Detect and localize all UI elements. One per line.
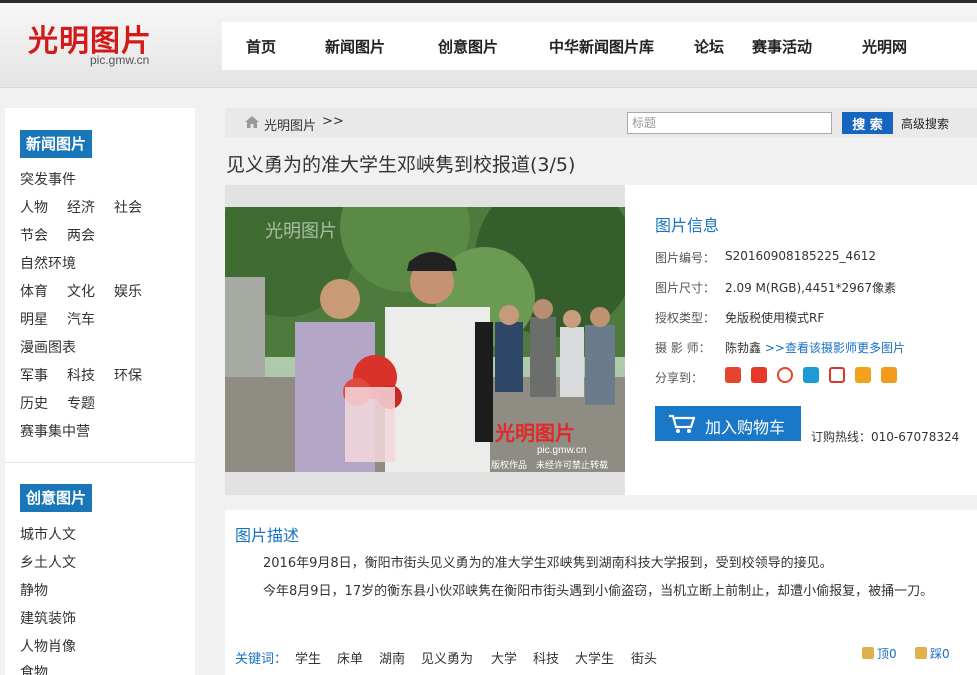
photographer-more-link[interactable]: >>查看该摄影师更多图片 bbox=[765, 341, 905, 355]
google-share-icon[interactable] bbox=[725, 367, 741, 383]
sidebar-item-cars[interactable]: 汽车 bbox=[67, 309, 95, 329]
keyword-tag[interactable]: 床单 bbox=[337, 648, 363, 667]
cart-icon bbox=[669, 414, 695, 433]
logo-url-text: pic.gmw.cn bbox=[90, 53, 150, 67]
sidebar-item-emergency[interactable]: 突发事件 bbox=[20, 169, 76, 189]
search-button[interactable]: 搜 索 bbox=[842, 112, 893, 134]
douban-share-icon[interactable] bbox=[881, 367, 897, 383]
thumbs-up-icon bbox=[862, 647, 874, 659]
nav-events[interactable]: 赛事活动 bbox=[752, 36, 812, 57]
photographer-label: 摄 影 师： bbox=[655, 341, 711, 355]
sidebar-item-festival[interactable]: 节会 bbox=[20, 225, 48, 245]
sidebar-item-architecture[interactable]: 建筑装饰 bbox=[20, 608, 76, 628]
license-type-label: 授权类型： bbox=[655, 311, 716, 325]
sidebar-item-rural[interactable]: 乡土人文 bbox=[20, 552, 76, 572]
sidebar-divider bbox=[5, 462, 195, 463]
news-photo[interactable]: 光明图片 光明图片 pic.gmw.cn 版权作品 未经许可禁止转载 bbox=[225, 207, 625, 472]
image-info-title: 图片信息 bbox=[655, 216, 720, 235]
fetion-share-icon[interactable] bbox=[751, 367, 767, 383]
image-id-label: 图片编号： bbox=[655, 251, 716, 265]
sidebar-item-still-life[interactable]: 静物 bbox=[20, 580, 48, 600]
image-id-value: S20160908185225_4612 bbox=[725, 249, 877, 263]
image-size-value: 2.09 M(RGB),4451*2967像素 bbox=[725, 281, 897, 295]
sidebar-item-economy[interactable]: 经济 bbox=[67, 197, 95, 217]
keyword-tag[interactable]: 见义勇为 bbox=[421, 648, 473, 667]
keyword-tag[interactable]: 街头 bbox=[631, 648, 657, 667]
kaixin-share-icon[interactable] bbox=[855, 367, 871, 383]
sidebar-item-technology[interactable]: 科技 bbox=[67, 365, 95, 385]
keyword-tag[interactable]: 大学 bbox=[491, 648, 517, 667]
site-header: 光明图片 pic.gmw.cn 首页 新闻图片 创意图片 中华新闻图片库 论坛 … bbox=[0, 0, 977, 88]
nav-forum[interactable]: 论坛 bbox=[694, 36, 724, 57]
downvote-label: 踩0 bbox=[930, 647, 950, 661]
add-to-cart-label: 加入购物车 bbox=[705, 418, 786, 437]
sidebar-item-food[interactable]: 食物 bbox=[20, 662, 48, 675]
description-paragraph-2: 今年8月9日，17岁的衡东县小伙邓峡隽在衡阳市街头遇到小偷盗窃，当机立断上前制止… bbox=[263, 584, 934, 599]
sidebar-item-history[interactable]: 历史 bbox=[20, 393, 48, 413]
sidebar-item-stars[interactable]: 明星 bbox=[20, 309, 48, 329]
sidebar-item-society[interactable]: 社会 bbox=[114, 197, 142, 217]
photo-copyright: 版权作品 未经许可禁止转载 bbox=[491, 459, 608, 471]
main-nav: 首页 新闻图片 创意图片 中华新闻图片库 论坛 赛事活动 光明网 bbox=[222, 22, 977, 70]
sidebar-item-military[interactable]: 军事 bbox=[20, 365, 48, 385]
description-paragraph-1: 2016年9月8日，衡阳市街头见义勇为的准大学生邓峡隽到湖南科技大学报到，受到校… bbox=[263, 556, 833, 571]
sidebar: 新闻图片 突发事件 人物 经济 社会 节会 两会 自然环境 体育 文化 娱乐 明… bbox=[5, 108, 195, 675]
advanced-search-link[interactable]: 高级搜索 bbox=[901, 115, 949, 132]
weibo-share-icon[interactable] bbox=[777, 367, 793, 383]
nav-gmw[interactable]: 光明网 bbox=[862, 36, 907, 57]
order-hotline: 订购热线：010-67078324 bbox=[811, 430, 960, 444]
sidebar-item-entertainment[interactable]: 娱乐 bbox=[114, 281, 142, 301]
downvote-button[interactable]: 踩0 bbox=[915, 645, 950, 662]
keyword-tag[interactable]: 湖南 bbox=[379, 648, 405, 667]
add-to-cart-button[interactable]: 加入购物车 bbox=[655, 406, 801, 441]
share-label: 分享到： bbox=[655, 371, 704, 385]
sidebar-item-nature[interactable]: 自然环境 bbox=[20, 253, 76, 273]
breadcrumb-home-link[interactable]: 光明图片 bbox=[264, 115, 316, 134]
license-type-value: 免版税使用模式RF bbox=[725, 311, 825, 325]
breadcrumb-separator: >> bbox=[322, 114, 344, 129]
sidebar-item-people[interactable]: 人物 bbox=[20, 197, 48, 217]
sidebar-news-title[interactable]: 新闻图片 bbox=[20, 130, 93, 158]
photo-watermark-url: pic.gmw.cn bbox=[537, 445, 586, 456]
sidebar-item-events-camp[interactable]: 赛事集中营 bbox=[20, 421, 90, 441]
keywords-label: 关键词： bbox=[235, 652, 288, 667]
sidebar-item-topics[interactable]: 专题 bbox=[67, 393, 95, 413]
upvote-button[interactable]: 顶0 bbox=[862, 645, 897, 662]
sidebar-item-two-sessions[interactable]: 两会 bbox=[67, 225, 95, 245]
sidebar-item-city[interactable]: 城市人文 bbox=[20, 524, 76, 544]
header-top-line bbox=[0, 0, 977, 3]
sidebar-item-comics[interactable]: 漫画图表 bbox=[20, 337, 76, 357]
search-input[interactable] bbox=[627, 112, 832, 134]
renren-share-icon[interactable] bbox=[829, 367, 845, 383]
home-icon[interactable] bbox=[245, 116, 259, 128]
keyword-tag[interactable]: 科技 bbox=[533, 648, 559, 667]
sidebar-item-environment[interactable]: 环保 bbox=[114, 365, 142, 385]
nav-news-photos[interactable]: 新闻图片 bbox=[325, 36, 385, 57]
photographer-name[interactable]: 陈勃鑫 bbox=[725, 341, 761, 355]
photo-watermark-logo: 光明图片 bbox=[494, 421, 575, 445]
site-logo[interactable]: 光明图片 pic.gmw.cn bbox=[28, 16, 168, 72]
nav-china-news-library[interactable]: 中华新闻图片库 bbox=[549, 36, 654, 57]
sidebar-item-portrait[interactable]: 人物肖像 bbox=[20, 636, 76, 656]
nav-creative-photos[interactable]: 创意图片 bbox=[438, 36, 498, 57]
nav-home[interactable]: 首页 bbox=[246, 36, 276, 57]
sidebar-creative-title[interactable]: 创意图片 bbox=[20, 484, 93, 512]
sidebar-item-culture[interactable]: 文化 bbox=[67, 281, 95, 301]
qzone-share-icon[interactable] bbox=[803, 367, 819, 383]
description-title: 图片描述 bbox=[235, 526, 300, 545]
image-size-label: 图片尺寸： bbox=[655, 281, 716, 295]
keyword-tag[interactable]: 学生 bbox=[295, 648, 321, 667]
photographer-value: 陈勃鑫 >>查看该摄影师更多图片 bbox=[725, 339, 905, 356]
keyword-tag[interactable]: 大学生 bbox=[575, 648, 614, 667]
photo-watermark-top: 光明图片 bbox=[265, 221, 337, 242]
sidebar-item-sports[interactable]: 体育 bbox=[20, 281, 48, 301]
thumbs-down-icon bbox=[915, 647, 927, 659]
page-title: 见义勇为的准大学生邓峡隽到校报道(3/5) bbox=[226, 154, 576, 176]
upvote-label: 顶0 bbox=[877, 647, 897, 661]
